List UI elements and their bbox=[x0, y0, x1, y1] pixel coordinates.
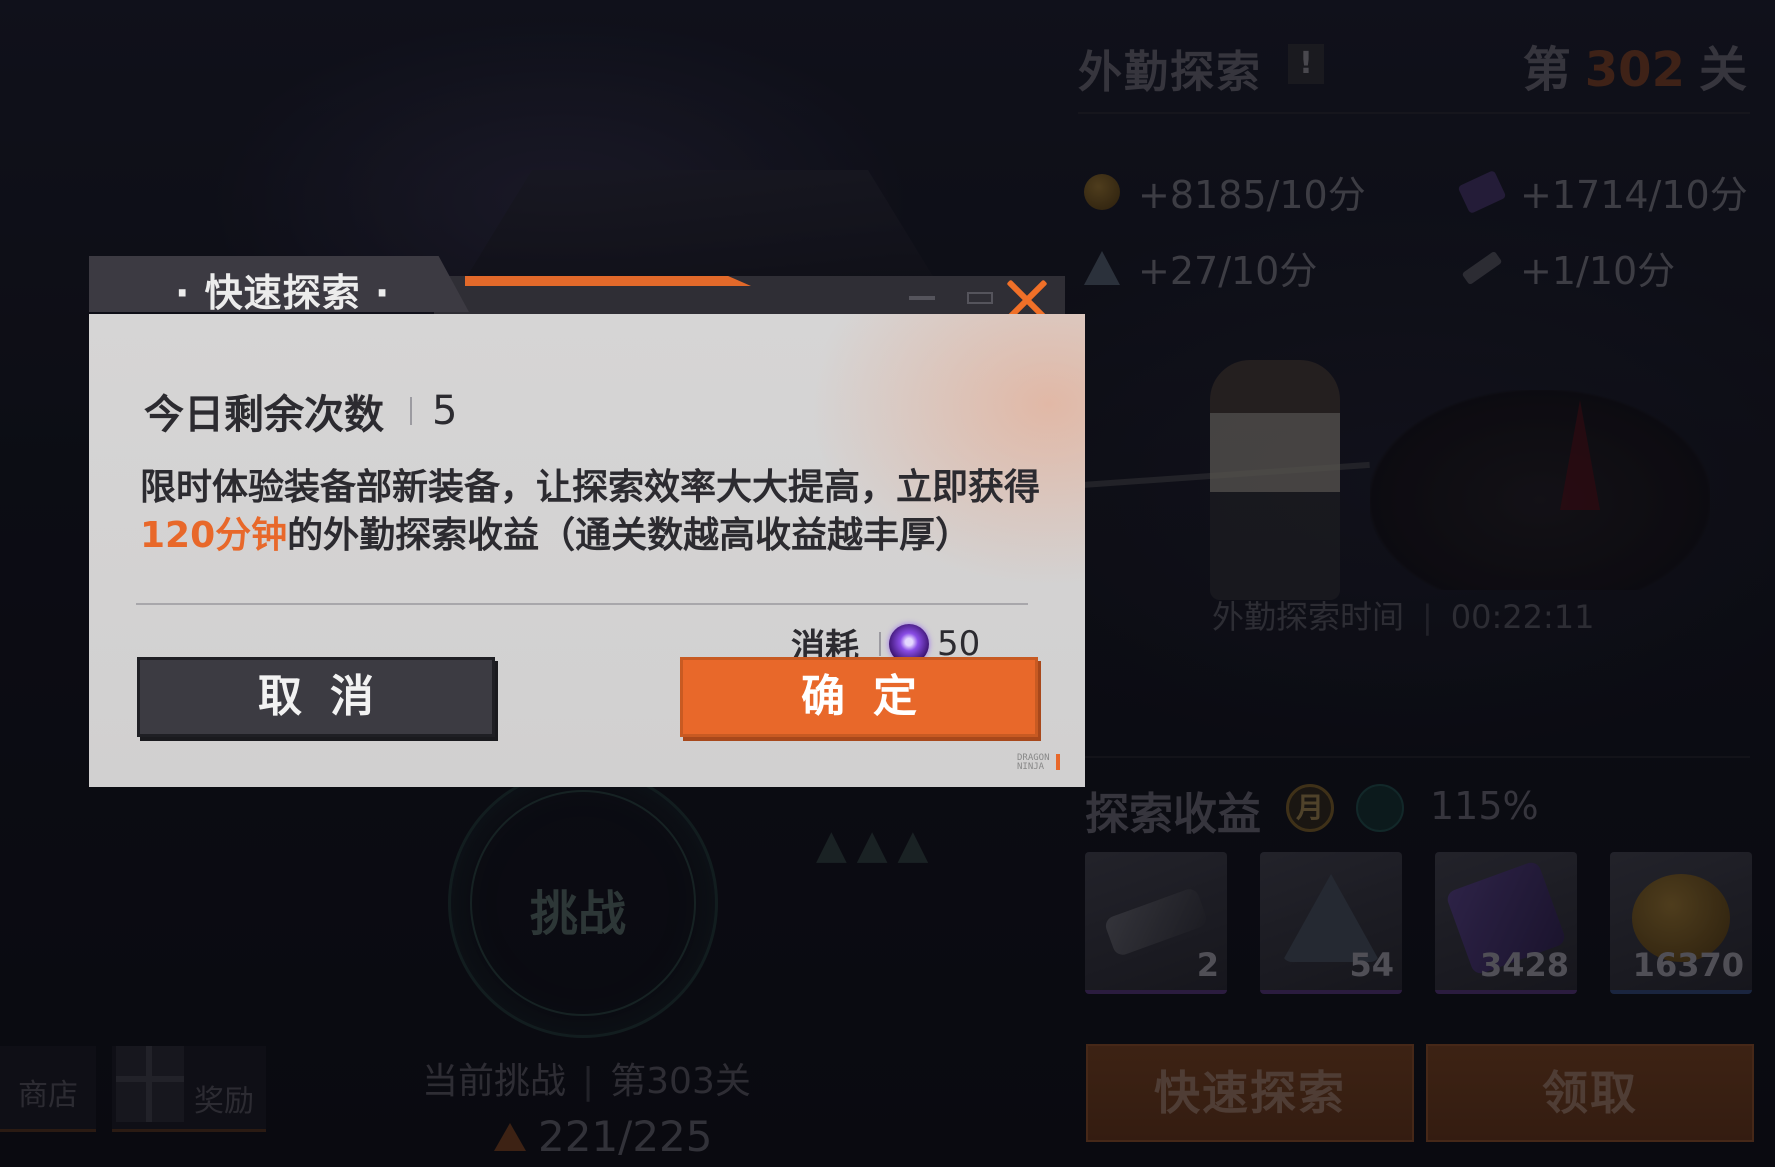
cancel-button[interactable]: 取消 bbox=[137, 657, 495, 737]
separator bbox=[879, 631, 881, 656]
desc-highlight: 120分钟 bbox=[140, 515, 288, 556]
dialog-body: 今日剩余次数 5 限时体验装备部新装备，让探索效率大大提高，立即获得 120分钟的… bbox=[89, 314, 1085, 787]
dragon-ninja-logo: DRAGON NINJA bbox=[1017, 753, 1059, 772]
desc-text: 限时体验装备部新装备，让探索效率大大提高，立即获得 bbox=[140, 467, 1041, 508]
header-decor bbox=[909, 296, 935, 300]
desc-text: 的外勤探索收益（通关数越高收益越丰厚） bbox=[287, 515, 972, 556]
remaining-label: 今日剩余次数 bbox=[144, 392, 384, 438]
dialog-description: 限时体验装备部新装备，让探索效率大大提高，立即获得 120分钟的外勤探索收益（通关… bbox=[140, 464, 1040, 560]
dialog-header: · 快速探索 · bbox=[89, 256, 1085, 315]
remaining-count: 今日剩余次数 5 bbox=[144, 382, 457, 440]
quick-explore-dialog: · 快速探索 · 今日剩余次数 5 限时体验装备部新装备，让探索效率大大提高，立… bbox=[89, 256, 1085, 787]
dialog-title: · 快速探索 · bbox=[175, 271, 391, 315]
separator bbox=[410, 397, 412, 425]
remaining-value: 5 bbox=[432, 388, 458, 434]
confirm-button[interactable]: 确定 bbox=[680, 657, 1038, 737]
header-accent-stripe bbox=[465, 276, 751, 286]
header-decor bbox=[967, 292, 993, 304]
divider bbox=[136, 603, 1028, 605]
